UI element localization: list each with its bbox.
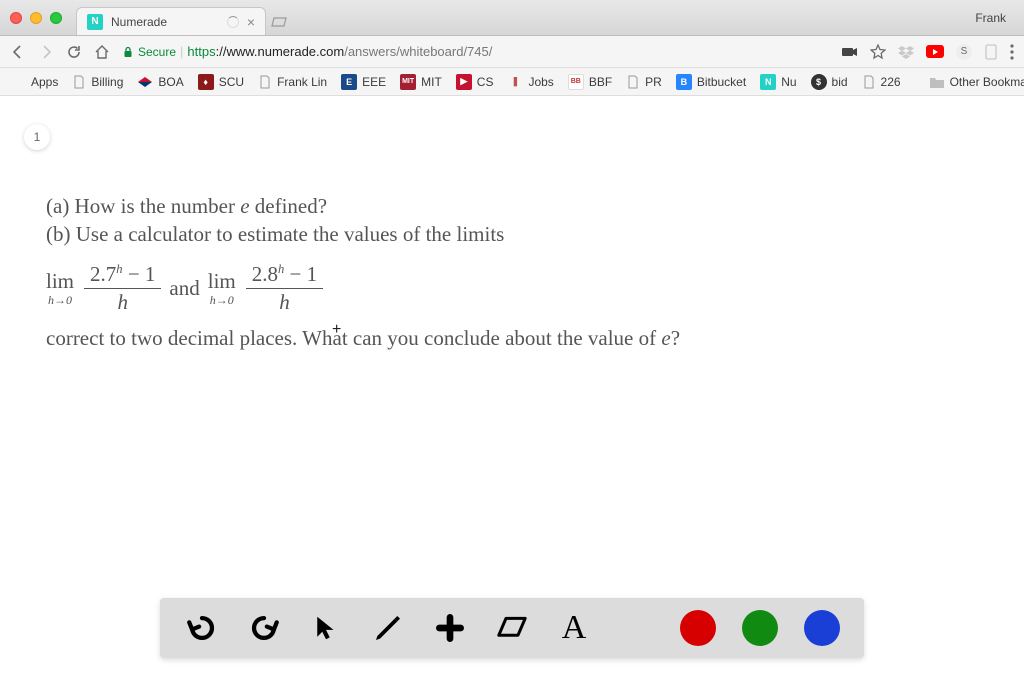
fraction-1: 2.7h − 1 h (84, 263, 161, 314)
loading-spinner-icon (227, 16, 239, 28)
other-bookmarks[interactable]: Other Bookmarks (929, 75, 1024, 89)
bookmark-nu[interactable]: NNu (760, 74, 796, 90)
jobs-icon: ❚ (507, 74, 523, 90)
menu-icon[interactable] (1010, 44, 1014, 60)
page-content: 1 (a) How is the number e defined? (b) U… (0, 96, 1024, 674)
back-icon[interactable] (10, 44, 26, 60)
star-icon[interactable] (870, 44, 886, 60)
pointer-icon (311, 611, 341, 645)
boa-icon (137, 74, 153, 90)
dropbox-icon[interactable] (898, 45, 914, 59)
and-text: and (169, 274, 199, 302)
limit-2: lim h→0 (208, 271, 236, 306)
numerade-icon: N (760, 74, 776, 90)
window-maximize[interactable] (50, 12, 62, 24)
bid-icon: $ (811, 74, 827, 90)
slide-number-badge[interactable]: 1 (24, 124, 50, 150)
color-green[interactable] (742, 610, 778, 646)
address-bar[interactable]: Secure | https://www.numerade.com/answer… (122, 44, 830, 59)
tab-close-icon[interactable]: × (247, 14, 255, 30)
youtube-icon[interactable] (926, 45, 944, 58)
text-icon: A (562, 609, 587, 647)
pencil-icon (372, 612, 404, 644)
apps-icon (10, 74, 26, 90)
secure-indicator: Secure (122, 45, 176, 59)
text-tool[interactable]: A (556, 610, 592, 646)
fraction-2: 2.8h − 1 h (246, 263, 323, 314)
math-expression: lim h→0 2.7h − 1 h and lim h→0 2.8h − 1 … (46, 263, 978, 314)
whiteboard-toolbar: A (160, 598, 864, 658)
pencil-tool[interactable] (370, 610, 406, 646)
window-titlebar: N Numerade × Frank (0, 0, 1024, 36)
browser-tab[interactable]: N Numerade × (76, 7, 266, 35)
eee-icon: E (341, 74, 357, 90)
add-tool[interactable] (432, 610, 468, 646)
bookmark-226[interactable]: 226 (862, 75, 901, 89)
undo-button[interactable] (184, 610, 220, 646)
mit-icon: MIT (400, 74, 416, 90)
bookmark-bitbucket[interactable]: BBitbucket (676, 74, 746, 90)
eraser-icon (494, 614, 530, 642)
bookmark-bid[interactable]: $bid (811, 74, 848, 90)
bitbucket-icon: B (676, 74, 692, 90)
device-icon[interactable] (984, 44, 998, 60)
lock-icon (122, 46, 134, 58)
profile-name[interactable]: Frank (975, 11, 1014, 25)
bookmark-bbf[interactable]: BBBBF (568, 74, 612, 90)
color-black[interactable] (618, 610, 654, 646)
bookmark-pr[interactable]: PR (626, 75, 662, 89)
page-icon (258, 75, 272, 89)
window-minimize[interactable] (30, 12, 42, 24)
question-part-a: (a) How is the number e defined? (46, 192, 978, 220)
folder-icon (929, 75, 945, 89)
redo-icon (247, 611, 281, 645)
bookmark-jobs[interactable]: ❚Jobs (507, 74, 553, 90)
new-tab-icon[interactable] (270, 12, 290, 32)
page-icon (72, 75, 86, 89)
extension-s-icon[interactable]: S (956, 44, 972, 60)
bookmark-mit[interactable]: MITMIT (400, 74, 442, 90)
cs-icon: ▶ (456, 74, 472, 90)
forward-icon (38, 44, 54, 60)
tab-favicon: N (87, 14, 103, 30)
apps-shortcut[interactable]: Apps (10, 74, 58, 90)
bookmark-eee[interactable]: EEEE (341, 74, 386, 90)
secure-label: Secure (138, 45, 176, 59)
question-part-b: (b) Use a calculator to estimate the val… (46, 220, 978, 248)
reload-icon[interactable] (66, 44, 82, 60)
limit-1: lim h→0 (46, 271, 74, 306)
page-icon (862, 75, 876, 89)
redo-button[interactable] (246, 610, 282, 646)
bookmark-boa[interactable]: BOA (137, 74, 183, 90)
plus-icon (434, 612, 466, 644)
url-text: https://www.numerade.com/answers/whitebo… (187, 44, 492, 59)
bookmark-franklin[interactable]: Frank Lin (258, 75, 327, 89)
video-icon[interactable] (842, 46, 858, 58)
eraser-tool[interactable] (494, 610, 530, 646)
color-blue[interactable] (804, 610, 840, 646)
question-text: (a) How is the number e defined? (b) Use… (0, 96, 1024, 352)
bookmarks-bar: Apps Billing BOA ♦SCU Frank Lin EEEE MIT… (0, 68, 1024, 96)
window-controls (10, 12, 62, 24)
bbf-icon: BB (568, 74, 584, 90)
color-red[interactable] (680, 610, 716, 646)
question-conclusion: correct to two decimal places. What can … (46, 324, 978, 352)
bookmark-scu[interactable]: ♦SCU (198, 74, 244, 90)
bookmark-billing[interactable]: Billing (72, 75, 123, 89)
undo-icon (185, 611, 219, 645)
window-close[interactable] (10, 12, 22, 24)
home-icon[interactable] (94, 44, 110, 60)
page-icon (626, 75, 640, 89)
scu-icon: ♦ (198, 74, 214, 90)
tab-title: Numerade (111, 15, 227, 29)
pointer-tool[interactable] (308, 610, 344, 646)
bm-label: Apps (31, 75, 58, 89)
bookmark-cs[interactable]: ▶CS (456, 74, 494, 90)
browser-toolbar: Secure | https://www.numerade.com/answer… (0, 36, 1024, 68)
